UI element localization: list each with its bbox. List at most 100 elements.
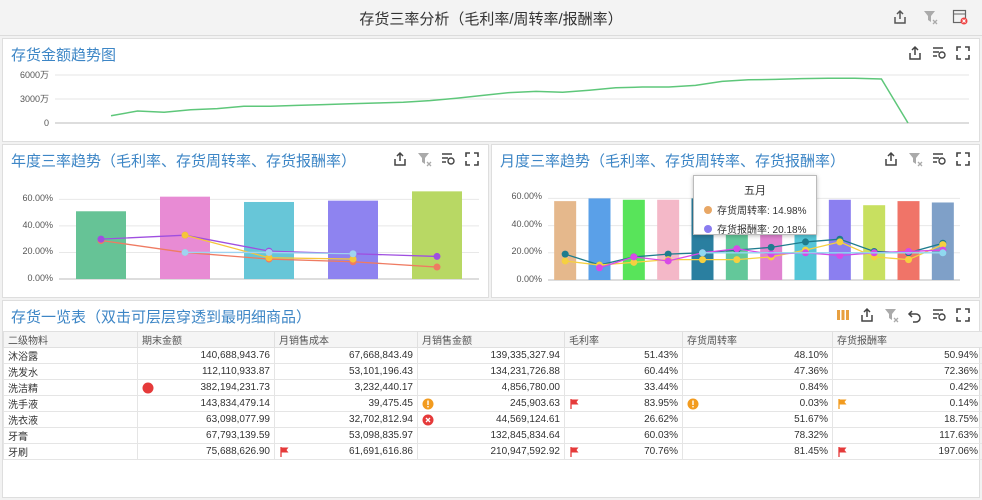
table-row[interactable]: 洗手液 143,834,479.14 39,475.45 245,903.63 83.9… bbox=[3, 395, 982, 412]
series-point bbox=[561, 250, 569, 258]
table-cell: 140,688,943.76 bbox=[137, 347, 275, 364]
y-tick: 0.00% bbox=[27, 273, 53, 283]
y-tick: 40.00% bbox=[511, 219, 542, 229]
column-header[interactable]: 毛利率 bbox=[564, 331, 683, 348]
cell-value: 83.95% bbox=[644, 398, 678, 409]
cell-value: 0.42% bbox=[949, 382, 978, 393]
fullscreen-icon[interactable] bbox=[955, 307, 971, 323]
y-tick: 20.00% bbox=[511, 246, 542, 256]
inventory-table-panel: 存货一览表（双击可层层穿透到最明细商品） 二级物料 期末金额 月销售成本 月销售… bbox=[2, 300, 982, 498]
undo-icon[interactable] bbox=[907, 307, 923, 323]
y-tick: 3000万 bbox=[20, 94, 49, 104]
table-row[interactable]: 牙刷 75,688,626.90 61,691,616.86 210,947,592.… bbox=[3, 443, 982, 460]
table-cell: 245,903.63 bbox=[417, 395, 565, 412]
table-row[interactable]: 牙膏 67,793,139.59 53,098,835.97 132,845,834.… bbox=[3, 427, 982, 444]
cell-value: 0.03% bbox=[799, 398, 828, 409]
column-header[interactable]: 存货报酬率 bbox=[832, 331, 982, 348]
close-filter-icon[interactable] bbox=[952, 9, 968, 25]
column-header[interactable]: 期末金额 bbox=[137, 331, 275, 348]
table-cell: 143,834,479.14 bbox=[137, 395, 275, 412]
table-row[interactable]: 沐浴露 140,688,943.76 67,668,843.49 139,335,32… bbox=[3, 347, 982, 364]
filter-mode-icon[interactable] bbox=[931, 45, 947, 61]
series-point bbox=[802, 238, 809, 246]
series-point bbox=[939, 249, 947, 257]
table-cell: 26.62% bbox=[564, 411, 683, 428]
cell-value: 63,098,077.99 bbox=[206, 414, 270, 425]
cell-value: 0.14% bbox=[949, 398, 978, 409]
column-header[interactable]: 月销售成本 bbox=[274, 331, 418, 348]
table-cell: 33.44% bbox=[564, 379, 683, 396]
chart-bar bbox=[76, 211, 126, 279]
filter-mode-icon[interactable] bbox=[931, 307, 947, 323]
chart-bar bbox=[328, 200, 378, 279]
chart-bar bbox=[244, 201, 294, 279]
column-header[interactable]: 月销售金额 bbox=[417, 331, 565, 348]
tooltip-row: 存货周转率: 14.98% bbox=[704, 202, 816, 217]
column-header[interactable]: 存货周转率 bbox=[682, 331, 833, 348]
filter-mode-icon[interactable] bbox=[931, 151, 947, 167]
fullscreen-icon[interactable] bbox=[464, 151, 480, 167]
legend-dot bbox=[704, 224, 712, 233]
legend-dot bbox=[704, 205, 712, 214]
cell-value: 117.63% bbox=[939, 430, 978, 441]
cell-value: 0.84% bbox=[799, 382, 828, 393]
series-point bbox=[733, 256, 741, 264]
table-row[interactable]: 洗发水 112,110,933.87 53,101,196.43 134,231,72… bbox=[3, 363, 982, 380]
fullscreen-icon[interactable] bbox=[955, 151, 971, 167]
export-icon[interactable] bbox=[892, 9, 908, 25]
tooltip-label: 存货周转率: 14.98% bbox=[717, 206, 807, 217]
table-cell: 117.63% bbox=[832, 427, 982, 444]
table-cell: 4,856,780.00 bbox=[417, 379, 565, 396]
inventory-trend-panel: 存货金额趋势图 6000万 3000万 0 bbox=[2, 38, 980, 142]
y-tick: 0 bbox=[44, 118, 49, 128]
fullscreen-icon[interactable] bbox=[955, 45, 971, 61]
table-cell: 18.75% bbox=[832, 411, 982, 428]
export-icon[interactable] bbox=[907, 45, 923, 61]
cell-value: 39,475.45 bbox=[368, 398, 414, 409]
y-tick: 6000万 bbox=[20, 70, 49, 80]
y-tick: 40.00% bbox=[22, 220, 53, 230]
export-icon[interactable] bbox=[859, 307, 875, 323]
cell-value: 60.44% bbox=[644, 366, 678, 377]
table-row[interactable]: 洗洁精 382,194,231.73 3,232,440.17 4,856,780.0… bbox=[3, 379, 982, 396]
export-icon[interactable] bbox=[883, 151, 899, 167]
yearly-chart: 60.00% 40.00% 20.00% 0.00% bbox=[22, 191, 479, 283]
grid-icon[interactable] bbox=[835, 307, 851, 323]
table-cell: 70.76% bbox=[564, 443, 683, 460]
filter-clear-icon[interactable] bbox=[883, 307, 899, 323]
cell-value: 70.76% bbox=[644, 446, 678, 457]
column-header[interactable]: 二级物料 bbox=[3, 331, 138, 348]
filter-mode-icon[interactable] bbox=[440, 151, 456, 167]
series-point bbox=[596, 264, 603, 272]
series-point bbox=[905, 256, 912, 264]
table-cell: 67,668,843.49 bbox=[274, 347, 418, 364]
table-cell: 53,098,835.97 bbox=[274, 427, 418, 444]
table-row[interactable]: 洗衣液 63,098,077.99 32,702,812.94 44,569,124.… bbox=[3, 411, 982, 428]
chart-bar bbox=[554, 201, 577, 280]
filter-clear-icon[interactable] bbox=[907, 151, 923, 167]
cell-value: 4,856,780.00 bbox=[501, 382, 560, 393]
title-bar: 存货三率分析（毛利率/周转率/报酬率） bbox=[0, 0, 982, 36]
inventory-table: 二级物料 期末金额 月销售成本 月销售金额 毛利率 存货周转率 存货报酬率 沐浴… bbox=[3, 331, 982, 460]
cell-value: 78.32% bbox=[794, 430, 828, 441]
page-title: 存货三率分析（毛利率/周转率/报酬率） bbox=[359, 11, 623, 28]
table-cell: 0.42% bbox=[832, 379, 982, 396]
cell-value: 53,098,835.97 bbox=[349, 430, 413, 441]
series-point bbox=[630, 253, 638, 261]
table-cell: 81.45% bbox=[682, 443, 833, 460]
table-cell: 47.36% bbox=[682, 363, 833, 380]
y-tick: 60.00% bbox=[511, 191, 542, 201]
table-cell: 63,098,077.99 bbox=[137, 411, 275, 428]
filter-clear-icon[interactable] bbox=[416, 151, 432, 167]
table-cell: 60.44% bbox=[564, 363, 683, 380]
series-point bbox=[181, 248, 189, 256]
table-cell: 0.84% bbox=[682, 379, 833, 396]
cell-value: 32,702,812.94 bbox=[349, 414, 413, 425]
table-cell: 洗手液 bbox=[3, 395, 138, 412]
cell-value: 50.94% bbox=[944, 350, 978, 361]
cell-value: 112,110,933.87 bbox=[201, 366, 270, 377]
export-icon[interactable] bbox=[392, 151, 408, 167]
filter-clear-icon[interactable] bbox=[922, 9, 938, 25]
series-point bbox=[733, 245, 741, 253]
table-cell: 197.06% bbox=[832, 443, 982, 460]
